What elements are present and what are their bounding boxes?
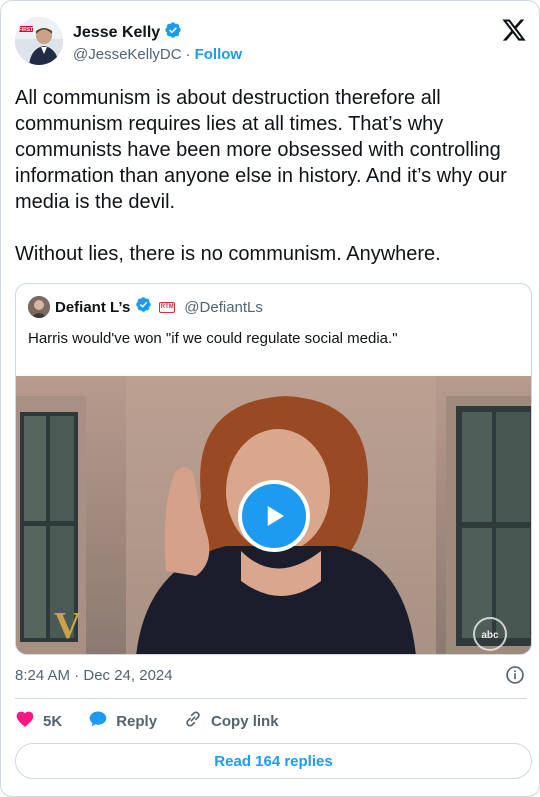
author-avatar[interactable]: FIRST [15,17,63,65]
tweet-actions: 5K Reply Copy link [15,709,305,733]
handle-separator: · [185,46,191,63]
divider [15,698,527,699]
affiliate-badge: RTM [159,301,176,313]
like-button[interactable]: 5K [15,709,62,733]
play-button[interactable] [238,480,310,552]
author-handle[interactable]: @JesseKellyDC [73,46,182,63]
x-logo-icon[interactable] [501,17,527,43]
reply-bubble-icon [88,709,108,733]
tweet-header: FIRST Jesse Kelly @JesseKellyDC · Follow [15,15,527,71]
link-icon [183,709,203,733]
like-count: 5K [43,712,63,730]
quoted-tweet-header: Defiant L’s RTM @DefiantLs [28,296,263,318]
tweet-card: FIRST Jesse Kelly @JesseKellyDC · Follow… [0,0,540,797]
reply-label: Reply [116,712,158,730]
reply-button[interactable]: Reply [88,709,157,733]
quoted-author-avatar [28,296,50,318]
author-name[interactable]: Jesse Kelly [73,24,160,42]
follow-button[interactable]: Follow [195,46,243,63]
quoted-tweet[interactable]: Defiant L’s RTM @DefiantLs Harris would'… [15,283,532,655]
verified-badge-icon [164,21,182,44]
author-avatar-image: FIRST [15,17,63,65]
author-name-row: Jesse Kelly [73,21,182,44]
play-icon [267,506,284,526]
quoted-author-handle: @DefiantLs [184,298,263,316]
quoted-verified-badge-icon [135,296,152,318]
quoted-tweet-text: Harris would've won "if we could regulat… [28,330,398,347]
quoted-author-name: Defiant L’s [55,298,131,316]
info-icon[interactable] [505,665,525,685]
show-logo-text: V [54,605,82,647]
tweet-text: All communism is about destruction there… [15,87,507,265]
heart-icon [15,709,35,733]
copy-link-button[interactable]: Copy link [183,709,279,733]
author-handle-row: @JesseKellyDC · Follow [73,46,242,63]
abc-logo-text: abc [481,630,499,641]
copy-link-label: Copy link [211,712,279,730]
read-replies-button[interactable]: Read 164 replies [15,743,532,779]
avatar-badge-text: FIRST [19,27,33,33]
video-player[interactable]: V abc [16,376,531,654]
tweet-timestamp[interactable]: 8:24 AM · Dec 24, 2024 [15,667,173,684]
